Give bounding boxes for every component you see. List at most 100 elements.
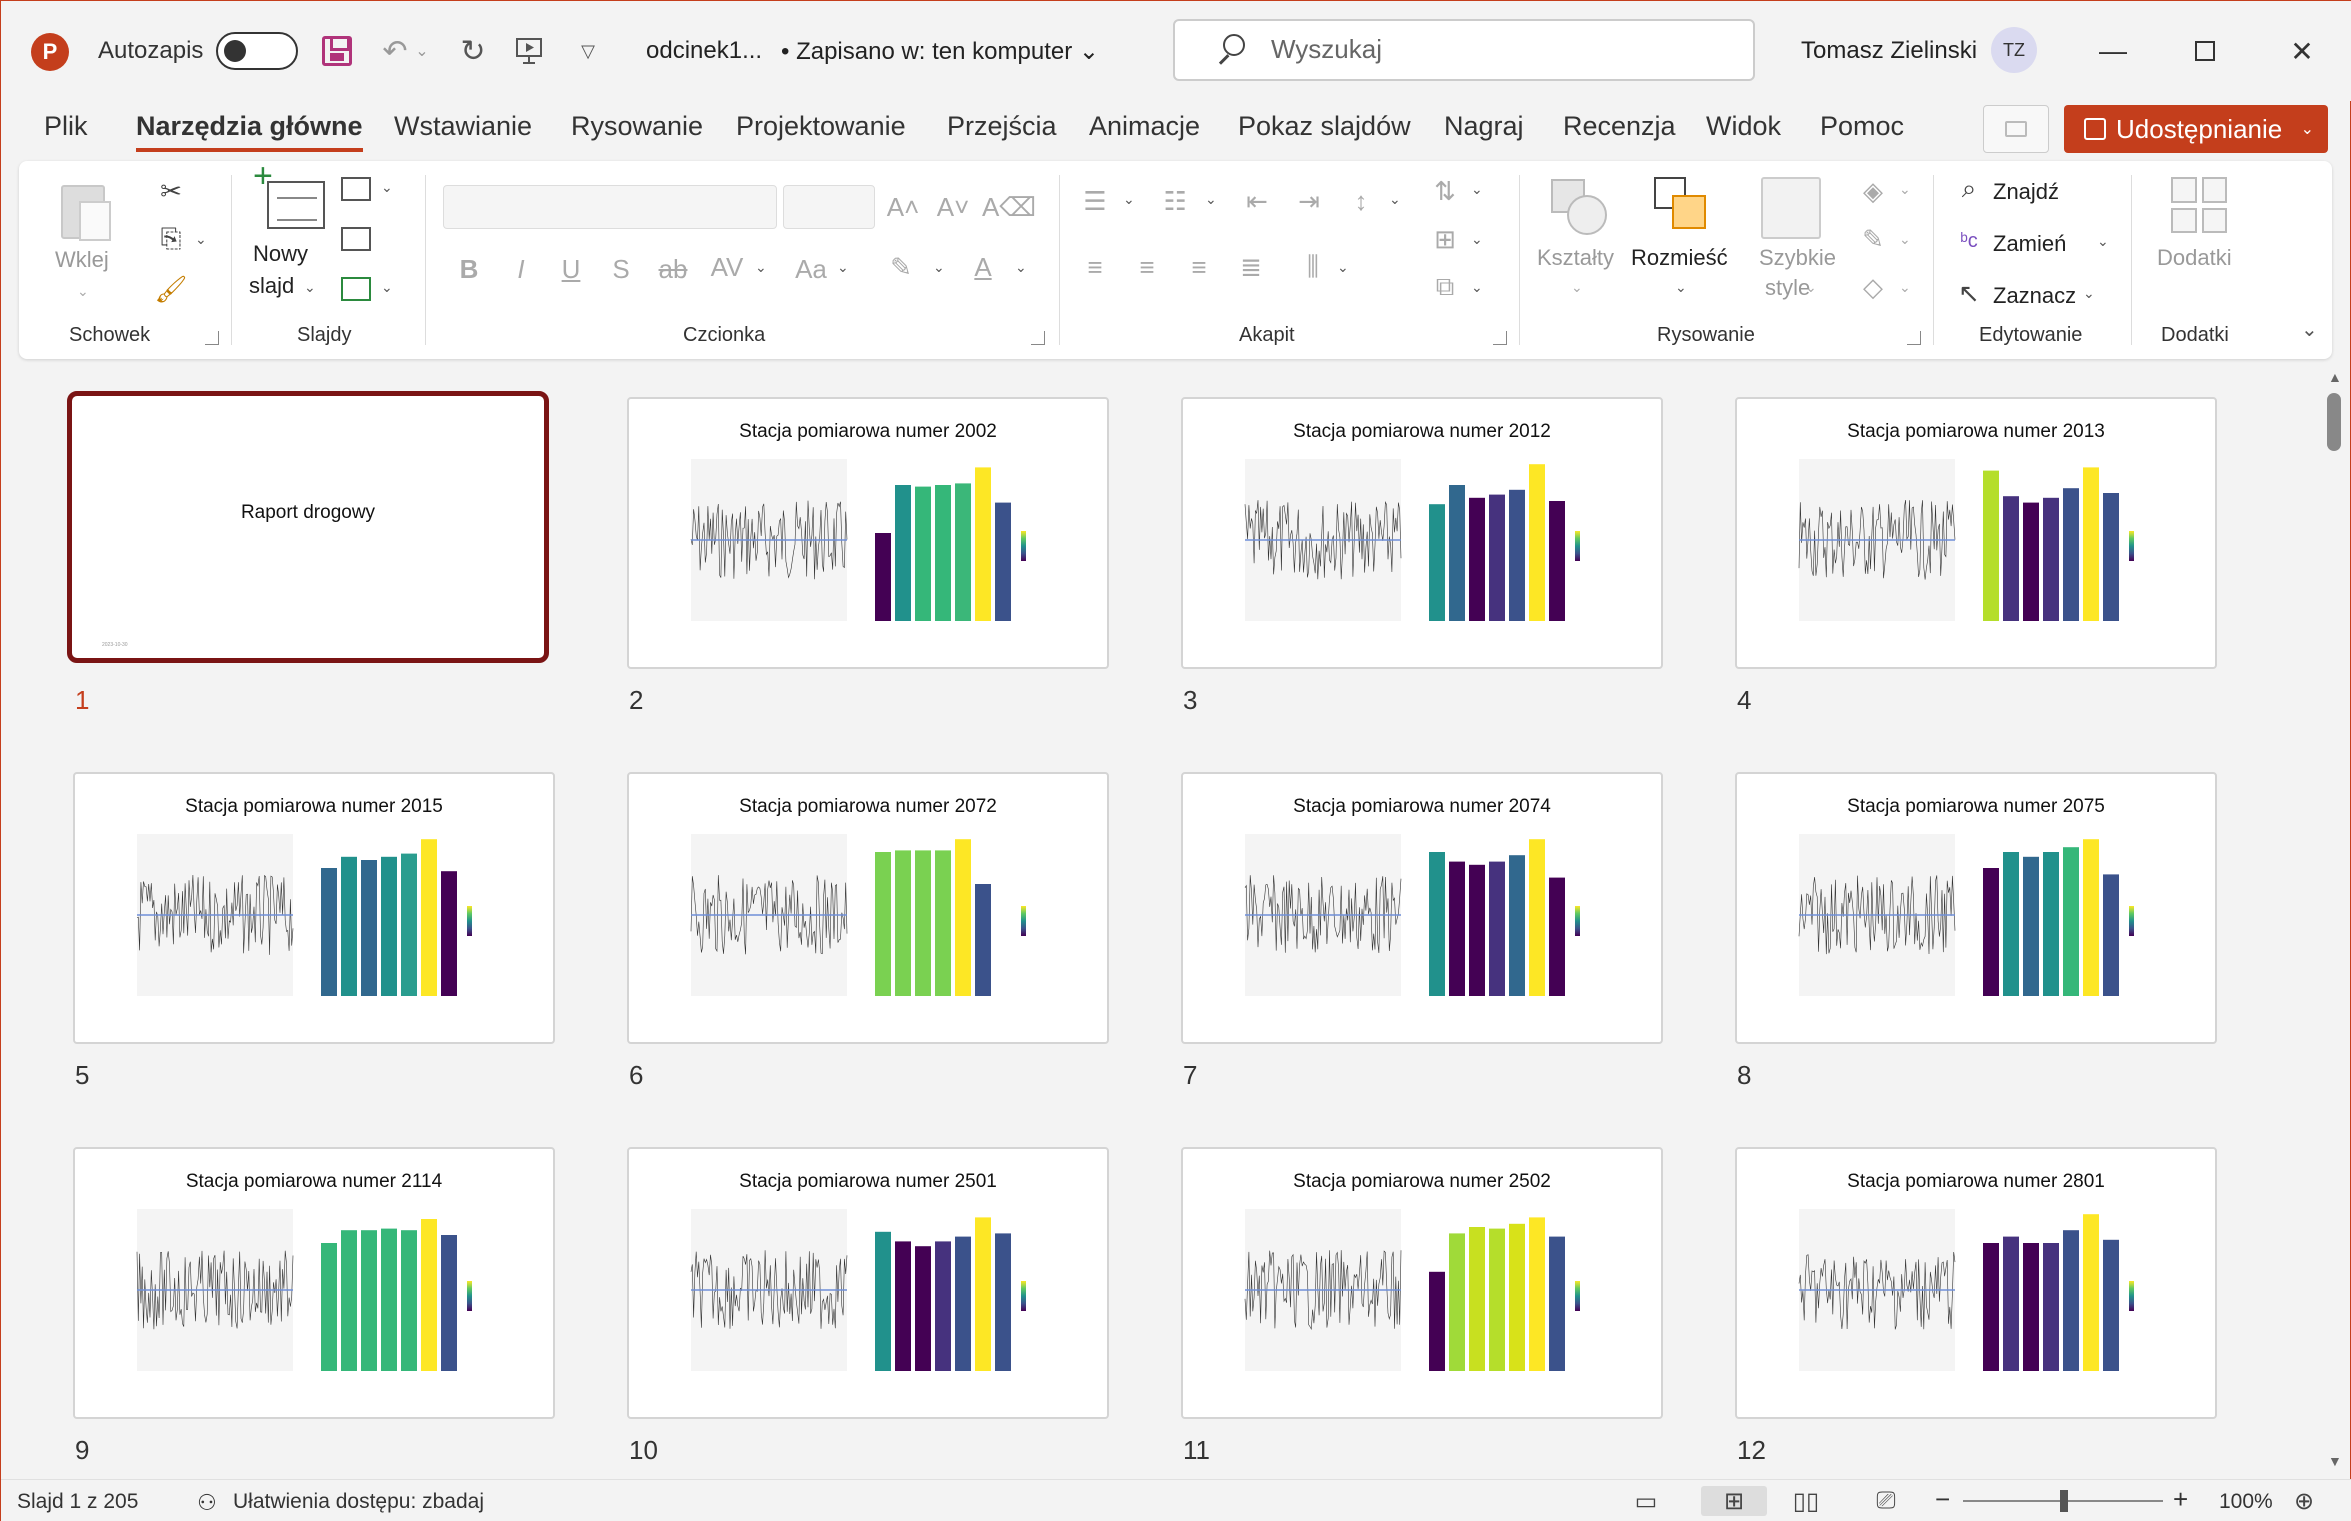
chevron-down-icon[interactable]: ⌄	[1899, 231, 1911, 248]
document-title[interactable]: odcinek1...	[646, 37, 762, 65]
tab-help[interactable]: Pomoc	[1820, 111, 1904, 142]
zoom-out-icon[interactable]: −	[1935, 1484, 1950, 1515]
slide-thumbnail[interactable]: Stacja pomiarowa numer 2015	[73, 772, 555, 1044]
redo-icon[interactable]: ↻	[453, 29, 493, 73]
tab-review[interactable]: Recenzja	[1563, 111, 1676, 142]
present-from-start-icon[interactable]	[509, 29, 549, 73]
slide-thumbnail[interactable]: Stacja pomiarowa numer 2072	[627, 772, 1109, 1044]
shape-outline-icon[interactable]: ✎	[1855, 221, 1891, 257]
font-size-select[interactable]	[783, 185, 875, 229]
slide-thumbnail[interactable]: Stacja pomiarowa numer 2013	[1735, 397, 2217, 669]
addins-label[interactable]: Dodatki	[2157, 245, 2232, 271]
underline-icon[interactable]: U	[553, 251, 589, 287]
character-spacing-icon[interactable]: AV	[709, 249, 745, 285]
chevron-down-icon[interactable]: ⌄	[2083, 285, 2095, 302]
minimize-icon[interactable]: —	[2091, 29, 2135, 73]
slide-thumbnail[interactable]: Stacja pomiarowa numer 2002	[627, 397, 1109, 669]
undo-dropdown-icon[interactable]: ⌄	[412, 29, 432, 73]
chevron-down-icon[interactable]: ⌄	[1205, 191, 1217, 208]
tab-file[interactable]: Plik	[44, 111, 88, 142]
chevron-down-icon[interactable]: ⌄	[2301, 119, 2314, 139]
shape-fill-icon[interactable]: ◈	[1855, 173, 1891, 209]
paste-label[interactable]: Wklej	[55, 247, 109, 273]
decrease-indent-icon[interactable]: ⇤	[1239, 183, 1275, 219]
find-icon[interactable]: ⌕	[1951, 171, 1987, 207]
strikethrough-icon[interactable]: ab	[655, 251, 691, 287]
new-slide-label[interactable]: Nowy	[253, 241, 308, 267]
section-icon[interactable]	[341, 277, 371, 301]
tab-insert[interactable]: Wstawianie	[394, 111, 532, 142]
chevron-down-icon[interactable]: ⌄	[1389, 191, 1401, 208]
dialog-launcher-icon[interactable]	[1493, 331, 1507, 345]
tab-design[interactable]: Projektowanie	[736, 111, 906, 142]
chevron-down-icon[interactable]: ⌄	[755, 259, 767, 276]
slide-thumbnail[interactable]: Raport drogowy 2023-10-30	[67, 391, 549, 663]
slide-thumbnail[interactable]: Stacja pomiarowa numer 2114	[73, 1147, 555, 1419]
format-painter-icon[interactable]: 🖌	[153, 271, 189, 307]
chevron-down-icon[interactable]: ⌄	[1899, 181, 1911, 198]
slide-thumbnail[interactable]: Stacja pomiarowa numer 2501	[627, 1147, 1109, 1419]
chevron-down-icon[interactable]: ⌄	[1675, 279, 1687, 296]
decrease-font-icon[interactable]: A˅	[935, 189, 971, 225]
reading-view-icon[interactable]: ▯▯	[1785, 1486, 1827, 1516]
chevron-down-icon[interactable]: ⌄	[837, 259, 849, 276]
undo-icon[interactable]: ↶	[375, 29, 415, 73]
copy-icon[interactable]: ⎘	[153, 221, 189, 257]
chevron-down-icon[interactable]: ⌄	[304, 279, 316, 296]
slide-thumbnail[interactable]: Stacja pomiarowa numer 2502	[1181, 1147, 1663, 1419]
chevron-down-icon[interactable]: ⌄	[77, 283, 89, 300]
zoom-slider-thumb[interactable]	[2060, 1490, 2068, 1512]
tab-view[interactable]: Widok	[1706, 111, 1781, 142]
search-box[interactable]	[1173, 19, 1755, 81]
text-direction-icon[interactable]: ⇅	[1427, 173, 1463, 209]
zoom-in-icon[interactable]: +	[2173, 1484, 2188, 1515]
chevron-down-icon[interactable]: ⌄	[1899, 279, 1911, 296]
select-cursor-icon[interactable]: ↖	[1951, 275, 1987, 311]
quick-styles-label[interactable]: Szybkie	[1759, 245, 1836, 271]
select-label[interactable]: Zaznacz	[1993, 283, 2076, 309]
save-icon[interactable]	[317, 29, 357, 73]
tab-home[interactable]: Narzędzia główne	[136, 111, 363, 152]
quick-styles-icon[interactable]	[1761, 177, 1821, 239]
slide-thumbnail[interactable]: Stacja pomiarowa numer 2801	[1735, 1147, 2217, 1419]
line-spacing-icon[interactable]: ↕	[1343, 183, 1379, 219]
shapes-icon[interactable]	[1551, 179, 1611, 239]
slide-thumbnail[interactable]: Stacja pomiarowa numer 2012	[1181, 397, 1663, 669]
columns-icon[interactable]: ⫼	[1295, 249, 1331, 285]
align-text-icon[interactable]: ⊞	[1427, 221, 1463, 257]
paste-icon[interactable]	[61, 179, 115, 241]
justify-icon[interactable]: ≣	[1233, 249, 1269, 285]
slideshow-view-icon[interactable]: ⎚	[1865, 1486, 1907, 1516]
scroll-up-icon[interactable]: ▲	[2328, 369, 2342, 385]
chevron-down-icon[interactable]: ⌄	[1471, 279, 1483, 296]
chevron-down-icon[interactable]: ⌄	[1471, 181, 1483, 198]
accessibility-icon[interactable]: ⚇	[197, 1490, 217, 1516]
chevron-down-icon[interactable]: ⌄	[2097, 233, 2109, 250]
bold-icon[interactable]: B	[451, 251, 487, 287]
arrange-icon[interactable]	[1654, 177, 1714, 237]
smartart-icon[interactable]: ⧉	[1427, 269, 1463, 305]
zoom-level[interactable]: 100%	[2219, 1490, 2273, 1514]
chevron-down-icon[interactable]: ⌄	[933, 259, 945, 276]
chevron-down-icon[interactable]: ⌄	[381, 179, 393, 196]
increase-font-icon[interactable]: A˄	[885, 189, 921, 225]
shadow-icon[interactable]: S	[603, 251, 639, 287]
arrange-label[interactable]: Rozmieść	[1631, 245, 1728, 271]
user-name[interactable]: Tomasz Zielinski	[1801, 37, 1977, 65]
layout-icon[interactable]	[341, 177, 371, 201]
collapse-ribbon-icon[interactable]: ⌄	[2301, 317, 2318, 342]
font-family-select[interactable]	[443, 185, 777, 229]
maximize-icon[interactable]	[2183, 29, 2227, 73]
replace-label[interactable]: Zamień	[1993, 231, 2066, 257]
align-center-icon[interactable]: ≡	[1129, 249, 1165, 285]
normal-view-icon[interactable]: ▭	[1625, 1486, 1667, 1516]
new-slide-icon[interactable]	[253, 157, 325, 229]
dialog-launcher-icon[interactable]	[205, 331, 219, 345]
quick-styles-label-2[interactable]: style	[1765, 275, 1810, 301]
comments-button[interactable]	[1983, 105, 2049, 153]
avatar[interactable]: TZ	[1991, 27, 2037, 73]
chevron-down-icon[interactable]: ⌄	[1571, 279, 1583, 296]
vertical-scrollbar[interactable]: ▲ ▼	[2323, 369, 2345, 1469]
chevron-down-icon[interactable]: ⌄	[195, 231, 207, 248]
shapes-label[interactable]: Kształty	[1537, 245, 1614, 271]
